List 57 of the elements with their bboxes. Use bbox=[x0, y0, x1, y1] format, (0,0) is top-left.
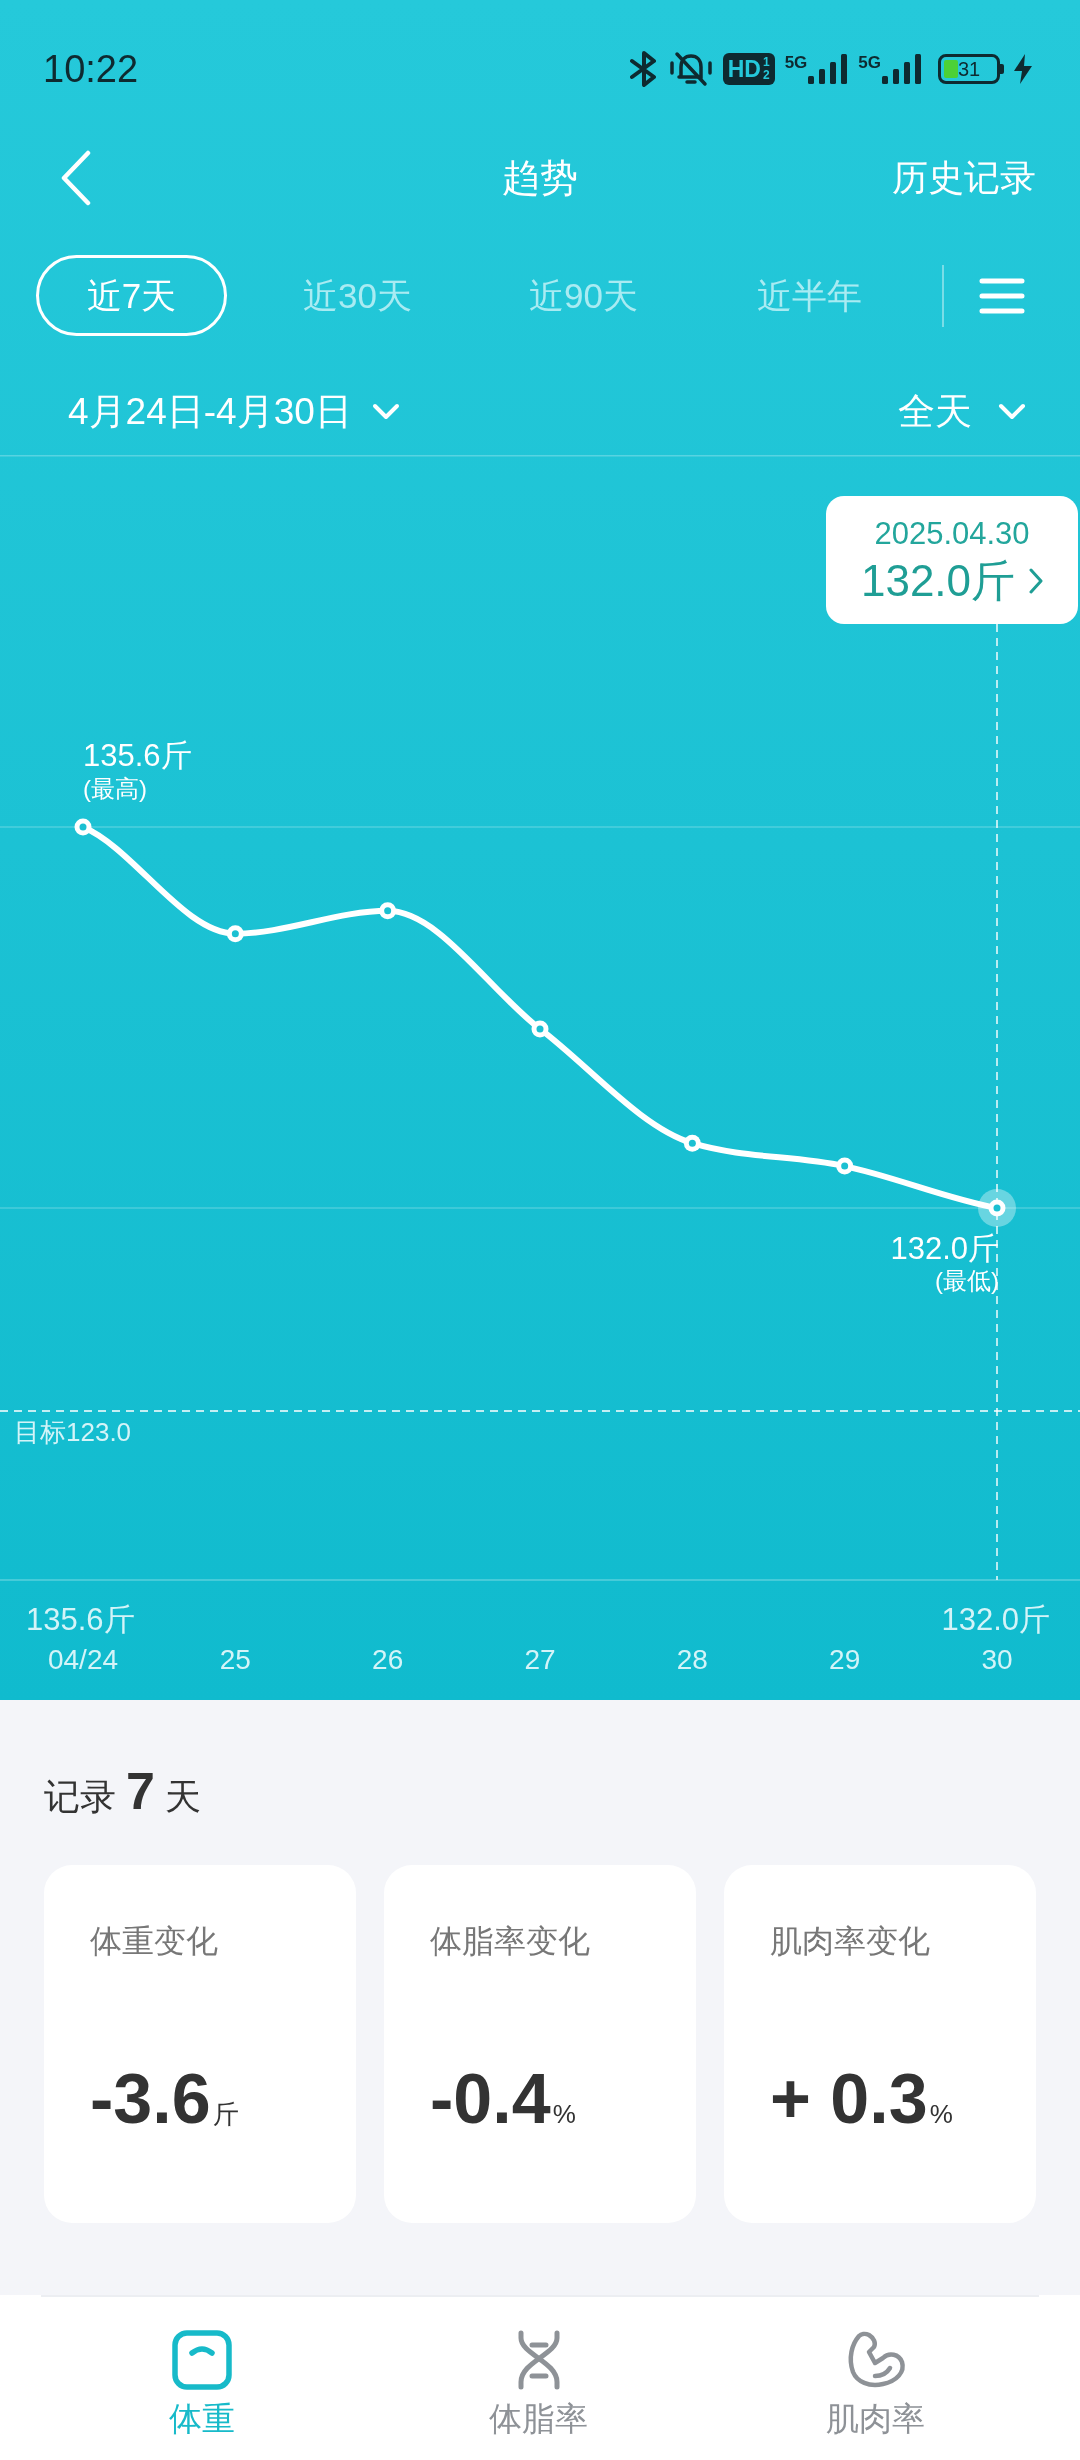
stat-label: 肌肉率变化 bbox=[770, 1922, 930, 1960]
menu-icon bbox=[979, 276, 1025, 315]
bell-off-icon bbox=[668, 51, 713, 87]
range-tab[interactable]: 近半年 bbox=[714, 255, 905, 336]
x-axis-label: 04/24 bbox=[47, 1646, 119, 1674]
range-tab[interactable]: 近30天 bbox=[262, 255, 453, 336]
battery-indicator: 31 bbox=[938, 54, 1004, 84]
status-time: 10:22 bbox=[43, 50, 139, 88]
x-axis-label: 25 bbox=[219, 1646, 251, 1674]
charging-icon bbox=[1014, 54, 1032, 84]
bluetooth-icon bbox=[628, 51, 659, 87]
range-tab[interactable]: 近7天 bbox=[36, 255, 227, 336]
date-range-dropdown[interactable]: 4月24日-4月30日 bbox=[68, 392, 400, 430]
x-axis-label: 28 bbox=[676, 1646, 708, 1674]
data-point[interactable] bbox=[74, 818, 92, 836]
start-value-label: 135.6斤 bbox=[26, 1604, 135, 1635]
data-point[interactable] bbox=[379, 902, 397, 920]
end-value-label: 132.0斤 bbox=[941, 1604, 1050, 1635]
chevron-down-icon bbox=[998, 402, 1026, 420]
tooltip-date: 2025.04.30 bbox=[874, 517, 1030, 549]
data-point[interactable] bbox=[836, 1157, 854, 1175]
stat-label: 体脂率变化 bbox=[430, 1922, 590, 1960]
history-link[interactable]: 历史记录 bbox=[892, 160, 1036, 196]
value-tooltip[interactable]: 2025.04.30 132.0斤 bbox=[826, 496, 1078, 624]
stat-label: 体重变化 bbox=[90, 1922, 218, 1960]
x-axis-label: 29 bbox=[829, 1646, 861, 1674]
bottom-nav-tab[interactable]: 肌肉率 bbox=[707, 2330, 1044, 2435]
chevron-down-icon bbox=[371, 402, 400, 420]
x-axis-label: 30 bbox=[981, 1646, 1013, 1674]
min-value-label: 132.0斤 bbox=[890, 1233, 999, 1264]
min-note-label: (最低) bbox=[935, 1269, 999, 1293]
data-point[interactable] bbox=[978, 1189, 1016, 1227]
bottom-nav-tab[interactable]: 体重 bbox=[33, 2330, 370, 2435]
signal-icon bbox=[808, 54, 849, 84]
x-axis-label: 27 bbox=[524, 1646, 556, 1674]
time-filter-dropdown[interactable]: 全天 bbox=[898, 392, 1026, 430]
records-title: 记录 7 天 bbox=[44, 1762, 201, 1820]
network-label: 5G bbox=[784, 54, 808, 71]
max-value-label: 135.6斤 bbox=[83, 740, 192, 771]
range-tab[interactable]: 近90天 bbox=[488, 255, 679, 336]
network-label: 5G bbox=[858, 54, 881, 71]
page-title: 趋势 bbox=[502, 159, 578, 197]
chevron-right-icon bbox=[1029, 567, 1044, 594]
stat-value: -3.6 斤 bbox=[90, 2064, 239, 2134]
x-axis-label: 26 bbox=[372, 1646, 404, 1674]
tooltip-value: 132.0斤 bbox=[860, 558, 1016, 603]
stat-value: + 0.3% bbox=[770, 2064, 953, 2134]
bottom-nav-tab[interactable]: 体脂率 bbox=[370, 2330, 707, 2435]
data-point[interactable] bbox=[683, 1134, 701, 1152]
scale-icon bbox=[171, 2330, 232, 2390]
signal-icon bbox=[882, 54, 922, 84]
chevron-left-icon bbox=[60, 150, 92, 206]
data-point[interactable] bbox=[531, 1020, 549, 1038]
goal-label: 目标123.0 bbox=[14, 1419, 132, 1445]
data-point[interactable] bbox=[226, 925, 244, 943]
stat-value: -0.4% bbox=[430, 2064, 576, 2134]
max-note-label: (最高) bbox=[83, 777, 147, 801]
